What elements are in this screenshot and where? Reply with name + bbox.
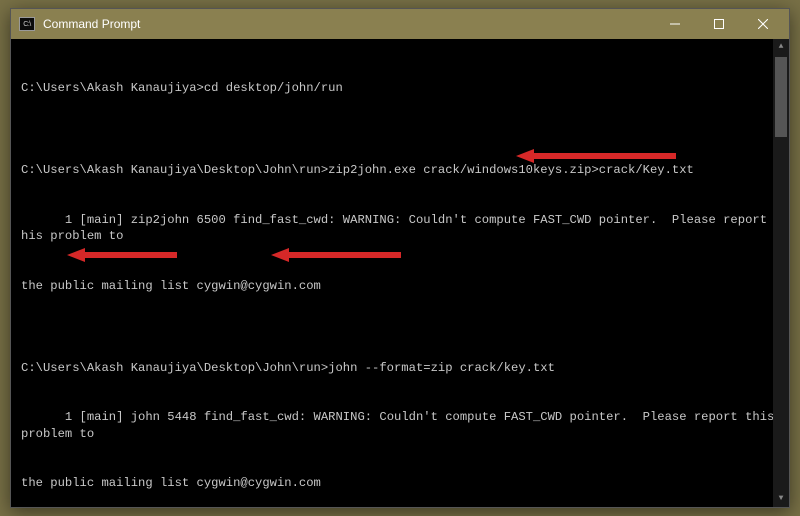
arrow-annotation-icon: [67, 246, 177, 264]
minimize-button[interactable]: [653, 9, 697, 39]
terminal-line: C:\Users\Akash Kanaujiya\Desktop\John\ru…: [21, 162, 785, 178]
terminal-line: 1 [main] zip2john 6500 find_fast_cwd: WA…: [21, 212, 785, 245]
maximize-button[interactable]: [697, 9, 741, 39]
arrow-annotation-icon: [271, 246, 401, 264]
terminal-line: C:\Users\Akash Kanaujiya\Desktop\John\ru…: [21, 360, 785, 376]
terminal-line: the public mailing list cygwin@cygwin.co…: [21, 475, 785, 491]
terminal-line: the public mailing list cygwin@cygwin.co…: [21, 278, 785, 294]
app-icon: C:\: [19, 17, 35, 31]
scroll-down-icon[interactable]: ▼: [773, 491, 789, 507]
close-button[interactable]: [741, 9, 785, 39]
titlebar[interactable]: C:\ Command Prompt: [11, 9, 789, 39]
terminal-viewport[interactable]: C:\Users\Akash Kanaujiya>cd desktop/john…: [11, 39, 789, 507]
terminal-line: 1 [main] john 5448 find_fast_cwd: WARNIN…: [21, 409, 785, 442]
command-prompt-window: C:\ Command Prompt C:\Users\Akash Kanauj…: [10, 8, 790, 508]
window-title: Command Prompt: [43, 17, 653, 31]
scroll-up-icon[interactable]: ▲: [773, 39, 789, 55]
terminal-line: C:\Users\Akash Kanaujiya>cd desktop/john…: [21, 80, 785, 96]
scrollbar-thumb[interactable]: [775, 57, 787, 137]
scrollbar[interactable]: ▲ ▼: [773, 39, 789, 507]
